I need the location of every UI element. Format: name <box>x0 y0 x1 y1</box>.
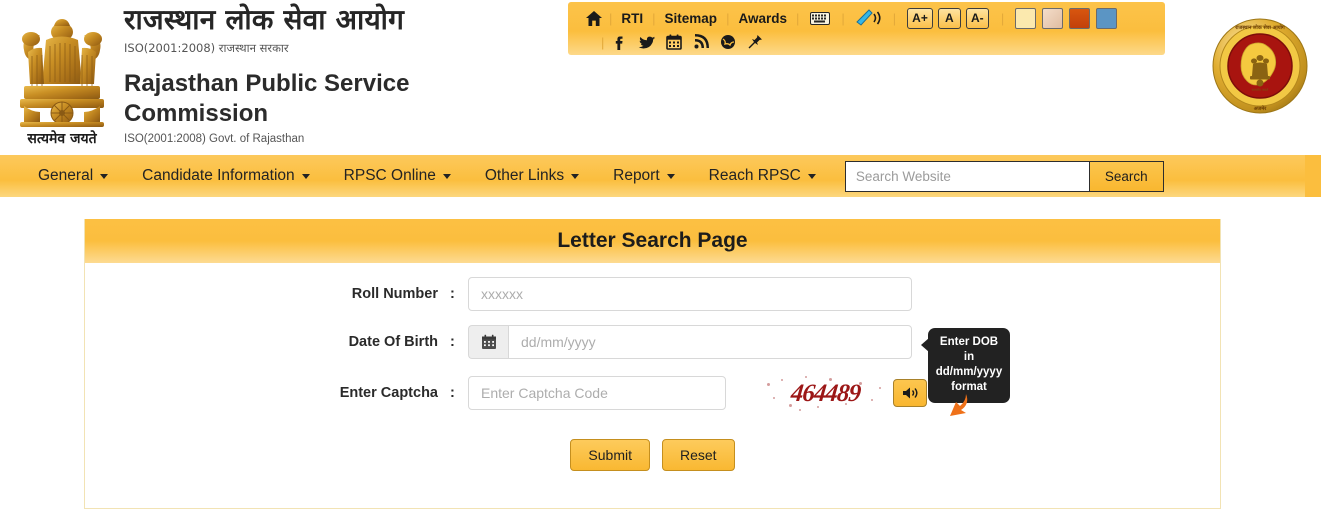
twitter-icon[interactable] <box>638 33 665 51</box>
captcha-row: Enter Captcha : Enter Captcha Code 46448… <box>85 373 1220 413</box>
chevron-down-icon <box>666 173 675 179</box>
page-root: सत्यमेव जयते राजस्थान लोक सेवा आयोग ISO(… <box>0 0 1321 509</box>
nav-label: Reach RPSC <box>708 167 801 184</box>
theme-swatch-1[interactable] <box>1015 7 1037 29</box>
hindi-site-title: राजस्थान लोक सेवा आयोग <box>124 3 405 36</box>
search-button[interactable]: Search <box>1088 160 1164 192</box>
form-button-row: Submit Reset <box>85 439 1220 471</box>
nav-item-other-links[interactable]: Other Links <box>468 155 596 197</box>
submit-button[interactable]: Submit <box>570 439 650 471</box>
theme-swatch-2[interactable] <box>1042 7 1064 29</box>
theme-swatch-3[interactable] <box>1069 7 1091 29</box>
rss-icon[interactable] <box>692 33 719 51</box>
ashoka-lion-capital-emblem: सत्यमेव जयते <box>14 6 110 148</box>
topbar-link-rti[interactable]: RTI <box>619 11 645 26</box>
calendar-icon[interactable] <box>468 325 508 359</box>
page-title: Letter Search Page <box>557 229 748 252</box>
nav-item-general[interactable]: General <box>0 155 125 197</box>
utility-topbar-row-2: | <box>586 30 1165 54</box>
search-input[interactable] <box>844 160 1089 192</box>
captcha-image: 464489 <box>759 373 889 413</box>
captcha-input[interactable] <box>468 376 726 410</box>
chevron-down-icon <box>807 173 816 179</box>
screen-reader-icon[interactable] <box>856 9 882 27</box>
separator: | <box>892 10 897 26</box>
separator: | <box>1000 10 1005 26</box>
svg-text:अजमेर: अजमेर <box>1254 105 1268 112</box>
nav-item-report[interactable]: Report <box>596 155 692 197</box>
utility-topbar: | RTI | Sitemap | Awards | | | A+ A A- |… <box>568 2 1165 55</box>
nav-item-reach-rpsc[interactable]: Reach RPSC <box>692 155 833 197</box>
date-of-birth-label: Date Of Birth <box>348 334 438 350</box>
separator: | <box>609 10 613 26</box>
svg-text:राजस्थान लोक सेवा आयोग: राजस्थान लोक सेवा आयोग <box>1234 24 1285 31</box>
svg-text:सत्यमेव जयते: सत्यमेव जयते <box>26 130 97 147</box>
panel-body: Roll Number : Date Of Birth : <box>85 263 1220 471</box>
date-of-birth-row: Date Of Birth : <box>85 325 1220 359</box>
panel-header: Letter Search Page <box>85 219 1220 263</box>
nav-item-rpsc-online[interactable]: RPSC Online <box>327 155 468 197</box>
date-of-birth-input[interactable] <box>508 325 912 359</box>
captcha-label: Enter Captcha <box>339 385 438 401</box>
reset-button[interactable]: Reset <box>662 439 735 471</box>
nav-label: Other Links <box>484 167 565 184</box>
topbar-link-awards[interactable]: Awards <box>736 11 789 26</box>
separator: | <box>726 10 730 26</box>
label-colon: : <box>450 334 455 350</box>
nav-right-strip <box>1305 155 1321 197</box>
home-icon[interactable] <box>586 10 602 26</box>
separator: | <box>795 10 800 26</box>
keyboard-icon[interactable] <box>810 11 831 25</box>
font-normal-button[interactable]: A <box>937 7 961 29</box>
separator: | <box>841 10 845 26</box>
orange-arrow-icon <box>936 392 974 422</box>
english-site-title: Rajasthan Public Service Commission <box>124 70 410 127</box>
date-of-birth-input-group <box>468 325 912 359</box>
nav-label: Report <box>613 167 660 184</box>
letter-search-panel: Letter Search Page Roll Number : Date Of… <box>84 219 1221 509</box>
roll-number-input[interactable] <box>468 277 912 311</box>
site-search: Search <box>844 160 1164 192</box>
chevron-down-icon <box>571 173 580 179</box>
calendar-icon[interactable] <box>665 33 692 51</box>
svg-text:सत्यमेव जयते: सत्यमेव जयते <box>1252 87 1269 92</box>
separator: | <box>601 34 605 50</box>
nav-label: Candidate Information <box>142 167 295 184</box>
utility-topbar-row-1: | RTI | Sitemap | Awards | | | A+ A A- | <box>586 6 1165 30</box>
separator: | <box>652 10 656 26</box>
roll-number-row: Roll Number : <box>85 277 1220 311</box>
topbar-link-sitemap[interactable]: Sitemap <box>663 11 720 26</box>
captcha-area: 464489 <box>759 373 927 413</box>
label-colon: : <box>450 286 455 302</box>
rpsc-official-seal: राजस्थान लोक सेवा आयोग अजमेर सत्यमेव जयत… <box>1212 18 1308 114</box>
chevron-down-icon <box>100 173 109 179</box>
nav-item-candidate-information[interactable]: Candidate Information <box>125 155 327 197</box>
site-header: सत्यमेव जयते राजस्थान लोक सेवा आयोग ISO(… <box>0 0 1321 155</box>
hindi-site-subtitle: ISO(2001:2008) राजस्थान सरकार <box>124 41 289 55</box>
font-increase-button[interactable]: A+ <box>907 7 933 29</box>
chevron-down-icon <box>442 173 451 179</box>
chevron-down-icon <box>301 173 310 179</box>
label-colon: : <box>450 385 455 401</box>
roll-number-label: Roll Number <box>351 286 438 302</box>
header-title-block: राजस्थान लोक सेवा आयोग ISO(2001:2008) रा… <box>124 0 444 145</box>
globe-icon[interactable] <box>719 33 746 51</box>
theme-swatch-4[interactable] <box>1096 7 1118 29</box>
speaker-icon[interactable] <box>893 379 927 407</box>
pin-icon[interactable] <box>746 33 773 51</box>
english-site-subtitle: ISO(2001:2008) Govt. of Rajasthan <box>124 133 305 145</box>
facebook-icon[interactable] <box>611 33 638 51</box>
nav-label: General <box>38 167 94 184</box>
main-navigation: General Candidate Information RPSC Onlin… <box>0 155 1305 197</box>
nav-label: RPSC Online <box>343 167 436 184</box>
font-decrease-button[interactable]: A- <box>965 7 989 29</box>
captcha-text: 464489 <box>789 380 862 407</box>
